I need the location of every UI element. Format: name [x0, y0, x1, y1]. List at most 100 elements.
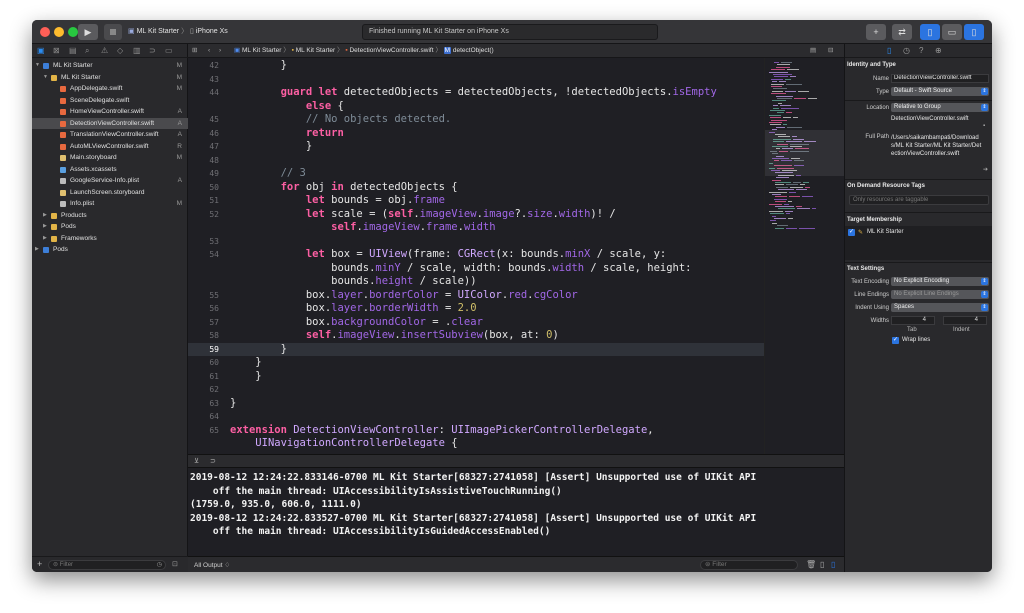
minimize-window-button[interactable] [54, 27, 64, 37]
folder-icon[interactable]: ▣ [37, 46, 45, 55]
tree-item-file[interactable]: Info.plist M [32, 198, 188, 210]
line-number[interactable]: 47 [188, 140, 219, 154]
minimap[interactable] [764, 58, 844, 454]
code-line[interactable]: bounds.minY / scale, width: bounds.width… [188, 262, 764, 276]
code-review-button[interactable]: ⇄ [892, 24, 912, 40]
hide-debug-area-icon[interactable]: ⊻ [194, 457, 199, 465]
back-button[interactable]: ‹ [208, 44, 210, 57]
tree-item-file[interactable]: AutoMLViewController.swift R [32, 141, 188, 153]
console-view-icon[interactable]: ▯ [831, 560, 835, 569]
scm-filter-icon[interactable]: ⊡ [172, 560, 178, 568]
trash-icon[interactable]: 🗑 [806, 560, 816, 569]
code-line[interactable]: 50 for obj in detectedObjects { [188, 181, 764, 195]
help-icon[interactable]: ? [919, 46, 923, 55]
code-line[interactable]: self.imageView.frame.width [188, 221, 764, 235]
tree-item-file[interactable]: HomeViewController.swift A [32, 106, 188, 118]
code-line[interactable]: 62 [188, 383, 764, 397]
code-line[interactable]: 46 return [188, 127, 764, 141]
tab-width-stepper[interactable]: 4 [891, 316, 935, 325]
tree-item-file-selected[interactable]: DetectionViewController.swift A [32, 117, 188, 129]
odr-tags-field[interactable]: Only resources are taggable [849, 195, 989, 205]
name-field[interactable]: DetectionViewController.swift [891, 74, 989, 83]
tree-item-file[interactable]: SceneDelegate.swift [32, 95, 188, 107]
code-line[interactable]: UINavigationControllerDelegate { [188, 437, 764, 451]
file-icon[interactable]: ▯ [887, 46, 891, 55]
jump-bar-path[interactable]: ▣ ML Kit Starter 〉 ▪ ML Kit Starter 〉 ▪ … [234, 44, 494, 57]
code-line[interactable]: 54 let box = UIView(frame: CGRect(x: bou… [188, 248, 764, 262]
code-line[interactable]: 61 } [188, 370, 764, 384]
code-line[interactable]: bounds.height / scale)) [188, 275, 764, 289]
code-line[interactable]: 42 } [188, 59, 764, 73]
line-number[interactable]: 51 [188, 194, 219, 208]
zoom-window-button[interactable] [68, 27, 78, 37]
tree-item-group[interactable]: ▶ Frameworks [32, 233, 188, 245]
console-filter-input[interactable]: ⊜ Filter [700, 560, 798, 570]
code-line[interactable]: 58 self.imageView.insertSubview(box, at:… [188, 329, 764, 343]
code-line[interactable]: 56 box.layer.borderWidth = 2.0 [188, 302, 764, 316]
code-line[interactable]: 57 box.backgroundColor = .clear [188, 316, 764, 330]
symbol-icon[interactable]: ▤ [69, 46, 77, 55]
reveal-arrow-icon[interactable]: ➔ [983, 166, 988, 173]
toggle-inspector-button[interactable]: ▯ [964, 24, 984, 40]
output-selector[interactable]: All Output ♢ [194, 561, 230, 569]
location-popup[interactable]: Relative to Group ⇕ [891, 103, 989, 112]
line-number[interactable]: 58 [188, 329, 219, 343]
line-number[interactable]: 43 [188, 73, 219, 87]
history-icon[interactable]: ◷ [903, 46, 910, 55]
split-view-icon[interactable]: ▯ [820, 560, 824, 569]
line-endings-popup[interactable]: No Explicit Line Endings ⇕ [891, 290, 989, 299]
line-number[interactable]: 54 [188, 248, 219, 262]
line-number[interactable]: 61 [188, 370, 219, 384]
line-number[interactable]: 64 [188, 410, 219, 424]
code-line[interactable]: 55 box.layer.borderColor = UIColor.red.c… [188, 289, 764, 303]
toggle-debug-area-button[interactable]: ▭ [942, 24, 962, 40]
tree-item-file[interactable]: AppDelegate.swift M [32, 83, 188, 95]
tree-item-project[interactable]: ▼ ML Kit Starter M [32, 60, 188, 72]
tree-item-project[interactable]: ▶ Pods [32, 244, 188, 256]
code-line[interactable]: 52 let scale = (self.imageView.image?.si… [188, 208, 764, 222]
code-line[interactable]: 48 [188, 154, 764, 168]
adjust-editor-options-icon[interactable]: ▤ [810, 44, 816, 57]
line-number[interactable]: 48 [188, 154, 219, 168]
code-line-current[interactable]: 59 } [188, 342, 764, 357]
wrap-lines-checkbox[interactable]: ✓ [892, 337, 899, 344]
tree-item-file[interactable]: TranslationViewController.swift A [32, 129, 188, 141]
related-items-icon[interactable]: ⊞ [192, 44, 197, 57]
type-popup[interactable]: Default - Swift Source ⇕ [891, 87, 989, 96]
line-number[interactable]: 60 [188, 356, 219, 370]
folder-icon[interactable]: ▪ [983, 123, 985, 129]
code-line[interactable]: 51 let bounds = obj.frame [188, 194, 764, 208]
line-number[interactable]: 56 [188, 302, 219, 316]
test-icon[interactable]: ◇ [117, 46, 123, 55]
tree-item-file[interactable]: GoogleService-Info.plist A [32, 175, 188, 187]
line-number[interactable]: 46 [188, 127, 219, 141]
debug-icon[interactable]: ▥ [133, 46, 141, 55]
tree-item-group[interactable]: ▶ Products [32, 210, 188, 222]
tree-item-group[interactable]: ▶ Pods [32, 221, 188, 233]
code-line[interactable]: 49 // 3 [188, 167, 764, 181]
attributes-icon[interactable]: ⊕ [935, 46, 942, 55]
line-number[interactable]: 49 [188, 167, 219, 181]
stop-button[interactable] [104, 24, 122, 40]
add-editor-icon[interactable]: ⊟ [828, 44, 833, 57]
line-number[interactable]: 53 [188, 235, 219, 249]
line-number[interactable]: 42 [188, 59, 219, 73]
encoding-popup[interactable]: No Explicit Encoding ⇕ [891, 277, 989, 286]
toggle-navigator-button[interactable]: ▯ [920, 24, 940, 40]
code-line[interactable]: 47 } [188, 140, 764, 154]
code-line[interactable]: else { [188, 100, 764, 114]
code-line[interactable]: 44 guard let detectedObjects = detectedO… [188, 86, 764, 100]
code-line[interactable]: 63} [188, 397, 764, 411]
indent-using-popup[interactable]: Spaces ⇕ [891, 303, 989, 312]
run-button[interactable]: ▶ [78, 24, 98, 40]
code-line[interactable]: 65 extension DetectionViewController: UII… [188, 424, 764, 438]
console-output[interactable]: 2019-08-12 12:24:22.833146-0700 ML Kit S… [188, 468, 844, 556]
target-checkbox[interactable]: ✓ [848, 229, 855, 236]
source-control-icon[interactable]: ⊠ [53, 46, 60, 55]
forward-button[interactable]: › [219, 44, 221, 57]
code-line[interactable]: 43 [188, 73, 764, 87]
line-number[interactable]: 57 [188, 316, 219, 330]
issue-icon[interactable]: ⚠ [101, 46, 108, 55]
minimap-viewport[interactable] [765, 130, 844, 176]
line-number[interactable]: 59 [188, 343, 219, 357]
